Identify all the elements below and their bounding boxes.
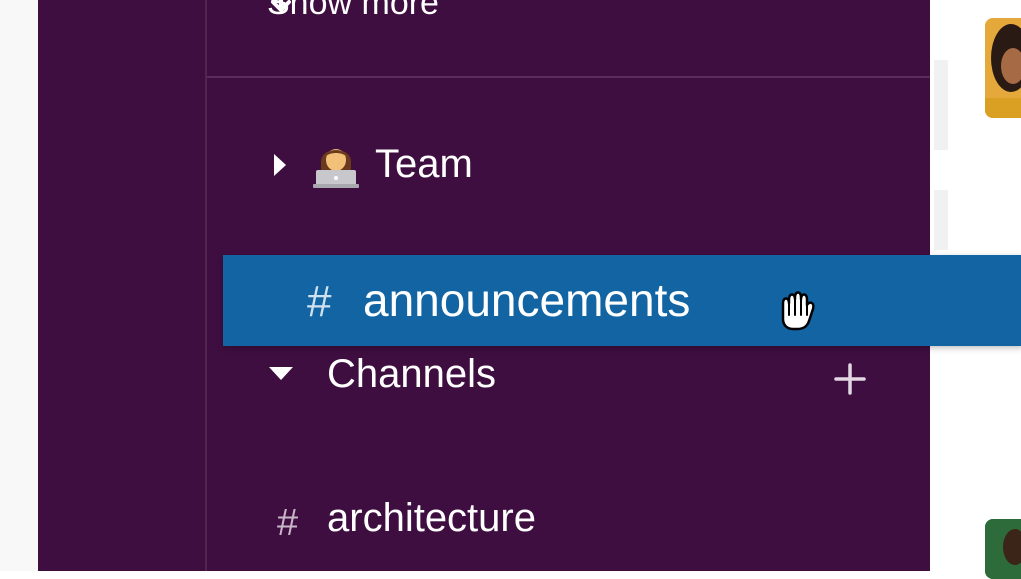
- plus-icon[interactable]: [833, 362, 867, 396]
- dragged-channel-announcements[interactable]: # announcements: [223, 255, 1021, 346]
- workspace-rail: [38, 0, 205, 571]
- channel-item-architecture[interactable]: # architecture: [277, 494, 677, 546]
- woman-technologist-emoji: [313, 149, 359, 188]
- blurred-text: [934, 60, 948, 150]
- avatar[interactable]: [985, 18, 1021, 118]
- channel-hash-icon: #: [307, 277, 332, 326]
- section-team-label: Team: [375, 142, 473, 186]
- section-team[interactable]: Team: [269, 140, 769, 192]
- section-channels[interactable]: Channels: [263, 350, 883, 402]
- show-more-link[interactable]: Show more: [267, 0, 439, 24]
- section-divider: [207, 76, 932, 78]
- channel-name: architecture: [327, 496, 536, 540]
- avatar[interactable]: [985, 519, 1021, 579]
- channel-hash-icon: #: [277, 502, 299, 544]
- caret-down-icon[interactable]: [267, 364, 295, 382]
- outer-background: [0, 0, 38, 571]
- user-photo: [985, 519, 1021, 579]
- grab-hand-cursor-icon: [781, 291, 815, 331]
- channel-name: announcements: [363, 274, 691, 326]
- caret-right-icon[interactable]: [271, 152, 289, 178]
- blurred-text: [934, 190, 948, 250]
- user-photo: [985, 18, 1021, 118]
- section-channels-label: Channels: [327, 352, 497, 396]
